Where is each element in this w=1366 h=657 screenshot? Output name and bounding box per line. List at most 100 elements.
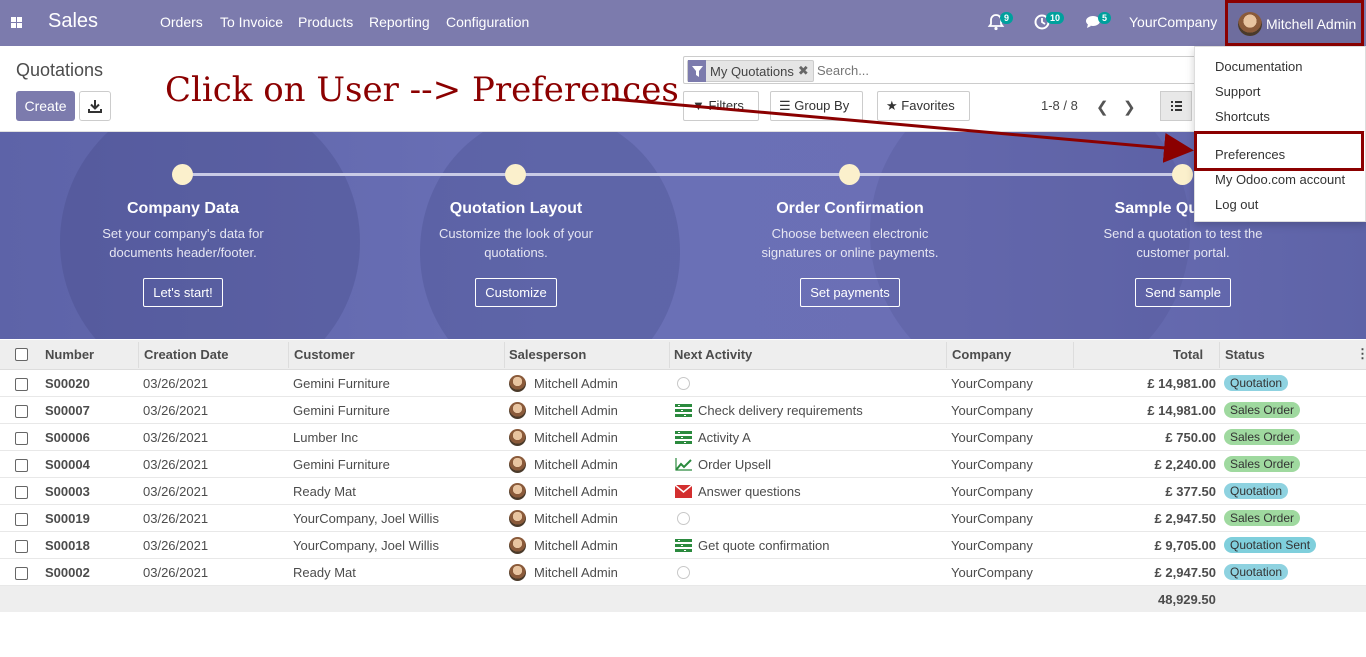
search-bar[interactable]: My Quotations ✖ bbox=[683, 56, 1203, 84]
table-row[interactable]: S00020 03/26/2021 Gemini Furniture Mitchell… bbox=[0, 370, 1366, 397]
pager-value[interactable]: 1-8 / 8 bbox=[1041, 98, 1078, 113]
user-menu-toggle[interactable]: Mitchell Admin bbox=[1225, 0, 1364, 46]
clock-icon[interactable] bbox=[677, 512, 690, 525]
status-badge: Sales Order bbox=[1224, 456, 1301, 472]
groupby-button[interactable]: ☰ Group By bbox=[770, 91, 863, 121]
tasks-icon[interactable] bbox=[675, 539, 692, 552]
column-header[interactable]: Salesperson bbox=[509, 347, 586, 362]
table-row[interactable]: S00019 03/26/2021 YourCompany, Joel Willis… bbox=[0, 505, 1366, 532]
menu-configuration[interactable]: Configuration bbox=[446, 14, 529, 30]
menu-item-support[interactable]: Support bbox=[1215, 84, 1261, 99]
cell-number: S00020 bbox=[45, 376, 90, 391]
menu-reporting[interactable]: Reporting bbox=[369, 14, 430, 30]
column-header[interactable]: Status bbox=[1225, 347, 1265, 362]
column-header[interactable]: Next Activity bbox=[674, 347, 752, 362]
activity-badge: 10 bbox=[1046, 12, 1065, 24]
column-header[interactable]: Number bbox=[45, 347, 94, 362]
download-button[interactable] bbox=[79, 91, 111, 121]
favorites-button[interactable]: ★ Favorites bbox=[877, 91, 970, 121]
pager-previous-icon[interactable]: ❮ bbox=[1096, 98, 1109, 116]
customize-button[interactable]: Customize bbox=[475, 278, 557, 307]
cell-total: £ 2,947.50 bbox=[1154, 565, 1216, 580]
apps-grid-icon[interactable] bbox=[11, 17, 22, 28]
column-header[interactable]: Company bbox=[952, 347, 1011, 362]
cell-company: YourCompany bbox=[951, 538, 1033, 553]
menu-item-logout[interactable]: Log out bbox=[1215, 197, 1258, 212]
table-row[interactable]: S00003 03/26/2021 Ready Mat Mitchell Admin A… bbox=[0, 478, 1366, 505]
list-view-button[interactable] bbox=[1160, 91, 1192, 121]
table-header: Number Creation Date Customer Salesperso… bbox=[0, 340, 1366, 370]
cell-customer: Ready Mat bbox=[293, 484, 356, 499]
app-name[interactable]: Sales bbox=[48, 10, 98, 33]
tasks-icon[interactable] bbox=[675, 431, 692, 444]
cell-creation-date: 03/26/2021 bbox=[143, 403, 209, 418]
remove-facet-icon[interactable]: ✖ bbox=[798, 63, 813, 79]
line-chart-icon[interactable] bbox=[675, 458, 692, 471]
table-row[interactable]: S00007 03/26/2021 Gemini Furniture Mitchell… bbox=[0, 397, 1366, 424]
cell-total: £ 14,981.00 bbox=[1147, 376, 1216, 391]
cell-salesperson: Mitchell Admin bbox=[534, 484, 618, 499]
filters-button[interactable]: ▼ Filters bbox=[683, 91, 759, 121]
company-switcher[interactable]: YourCompany bbox=[1129, 14, 1217, 30]
row-checkbox[interactable] bbox=[15, 378, 28, 391]
cell-company: YourCompany bbox=[951, 484, 1033, 499]
optional-columns-icon[interactable]: ⋮ bbox=[1356, 346, 1366, 362]
menu-to-invoice[interactable]: To Invoice bbox=[220, 14, 283, 30]
table-footer: 48,929.50 bbox=[0, 586, 1366, 612]
row-checkbox[interactable] bbox=[15, 459, 28, 472]
search-input[interactable] bbox=[817, 63, 1117, 78]
cell-creation-date: 03/26/2021 bbox=[143, 565, 209, 580]
steps-progress-line bbox=[183, 173, 1183, 176]
send-sample-button[interactable]: Send sample bbox=[1135, 278, 1231, 307]
cell-salesperson: Mitchell Admin bbox=[534, 538, 618, 553]
row-checkbox[interactable] bbox=[15, 432, 28, 445]
lets-start-button[interactable]: Let's start! bbox=[143, 278, 223, 307]
star-icon: ★ bbox=[886, 98, 898, 113]
annotation-text: Click on User --> Preferences bbox=[165, 70, 679, 110]
set-payments-button[interactable]: Set payments bbox=[800, 278, 900, 307]
clock-icon[interactable] bbox=[677, 377, 690, 390]
search-facet[interactable]: My Quotations ✖ bbox=[687, 60, 814, 82]
column-header[interactable]: Total bbox=[1173, 347, 1203, 362]
messages-badge: 5 bbox=[1098, 12, 1112, 24]
cell-customer: Gemini Furniture bbox=[293, 403, 390, 418]
menu-products[interactable]: Products bbox=[298, 14, 353, 30]
cell-total: £ 2,947.50 bbox=[1154, 511, 1216, 526]
column-header[interactable]: Customer bbox=[294, 347, 355, 362]
table-row[interactable]: S00004 03/26/2021 Gemini Furniture Mitchell… bbox=[0, 451, 1366, 478]
download-icon bbox=[88, 100, 102, 113]
onboarding-step: Quotation Layout Customize the look of y… bbox=[396, 200, 636, 307]
row-checkbox[interactable] bbox=[15, 486, 28, 499]
step-title: Company Data bbox=[126, 200, 240, 217]
tasks-icon[interactable] bbox=[675, 404, 692, 417]
row-checkbox[interactable] bbox=[15, 567, 28, 580]
filter-icon: ▼ bbox=[692, 98, 705, 113]
menu-item-documentation[interactable]: Documentation bbox=[1215, 59, 1302, 74]
row-checkbox[interactable] bbox=[15, 513, 28, 526]
status-badge: Quotation Sent bbox=[1224, 537, 1317, 553]
pager-next-icon[interactable]: ❯ bbox=[1123, 98, 1136, 116]
column-header[interactable]: Creation Date bbox=[144, 347, 229, 362]
menu-item-odoo-account[interactable]: My Odoo.com account bbox=[1215, 172, 1345, 187]
table-row[interactable]: S00002 03/26/2021 Ready Mat Mitchell Admin Y… bbox=[0, 559, 1366, 586]
filters-label: Filters bbox=[708, 98, 744, 113]
clock-icon[interactable] bbox=[677, 566, 690, 579]
row-checkbox[interactable] bbox=[15, 405, 28, 418]
cell-creation-date: 03/26/2021 bbox=[143, 376, 209, 391]
cell-total: £ 750.00 bbox=[1165, 430, 1216, 445]
create-button[interactable]: Create bbox=[16, 91, 75, 121]
cell-salesperson: Mitchell Admin bbox=[534, 511, 618, 526]
table-row[interactable]: S00006 03/26/2021 Lumber Inc Mitchell Admin… bbox=[0, 424, 1366, 451]
menu-item-shortcuts[interactable]: Shortcuts bbox=[1215, 109, 1270, 124]
select-all-checkbox[interactable] bbox=[15, 348, 28, 361]
table-row[interactable]: S00018 03/26/2021 YourCompany, Joel Willis… bbox=[0, 532, 1366, 559]
cell-creation-date: 03/26/2021 bbox=[143, 430, 209, 445]
cell-customer: Ready Mat bbox=[293, 565, 356, 580]
salesperson-avatar bbox=[509, 510, 526, 527]
row-checkbox[interactable] bbox=[15, 540, 28, 553]
onboarding-step: Order Confirmation Choose between electr… bbox=[730, 200, 970, 307]
notification-badge: 9 bbox=[1000, 12, 1014, 24]
menu-orders[interactable]: Orders bbox=[160, 14, 203, 30]
envelope-icon[interactable] bbox=[674, 484, 693, 498]
cell-customer: YourCompany, Joel Willis bbox=[293, 538, 439, 553]
